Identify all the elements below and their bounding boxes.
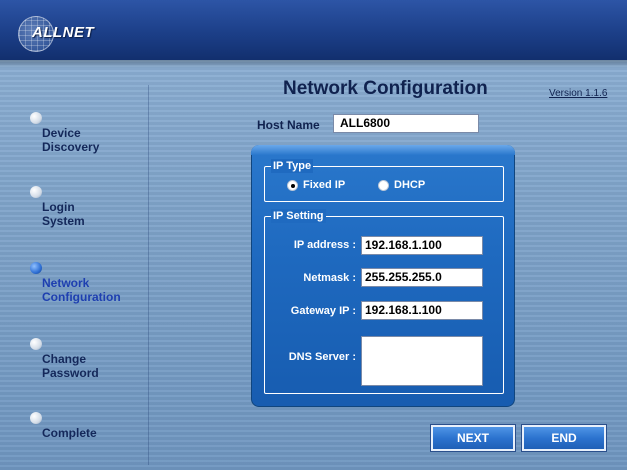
dns-server-label: DNS Server : (288, 351, 356, 363)
allnet-logo: ALLNET (18, 14, 110, 54)
page-title: Network Configuration (283, 78, 488, 99)
step-bullet-icon (30, 338, 42, 350)
fixed-ip-label: Fixed IP (303, 179, 346, 191)
step-bullet-icon (30, 112, 42, 124)
brand-name: ALLNET (32, 24, 95, 41)
dhcp-radio[interactable] (378, 180, 389, 191)
version-link[interactable]: Version 1.1.6 (549, 88, 607, 99)
netmask-input[interactable]: 255.255.255.0 (361, 268, 483, 287)
ip-type-legend: IP Type (271, 159, 314, 173)
host-name-input[interactable]: ALL6800 (333, 114, 479, 133)
fixed-ip-radio[interactable] (287, 180, 298, 191)
next-button[interactable]: NEXT (430, 424, 516, 452)
ip-address-input[interactable]: 192.168.1.100 (361, 236, 483, 255)
sidebar-item-label: Login System (42, 200, 85, 228)
dhcp-label: DHCP (394, 179, 426, 191)
host-name-label: Host Name (257, 118, 320, 132)
step-bullet-icon (30, 186, 42, 198)
sidebar-item-label: Device Discovery (42, 126, 100, 154)
sidebar-item-label: Change Password (42, 352, 99, 380)
sidebar-item-label: Complete (42, 426, 97, 440)
dns-server-input[interactable] (361, 336, 483, 386)
panel-header-highlight (251, 145, 515, 155)
header-bar: ALLNET (0, 0, 627, 60)
step-bullet-icon (30, 412, 42, 424)
gateway-ip-input[interactable]: 192.168.1.100 (361, 301, 483, 320)
setup-wizard-window: ALLNET Device Discovery Login System Net… (0, 0, 627, 470)
sidebar-item-label: Network Configuration (42, 276, 121, 304)
netmask-label: Netmask : (303, 272, 356, 284)
active-step-bullet-icon (30, 262, 42, 274)
ip-address-label: IP address : (293, 239, 356, 251)
ip-setting-legend: IP Setting (271, 209, 326, 223)
end-button[interactable]: END (521, 424, 607, 452)
header-shadow (0, 60, 627, 68)
gateway-ip-label: Gateway IP : (290, 305, 356, 317)
